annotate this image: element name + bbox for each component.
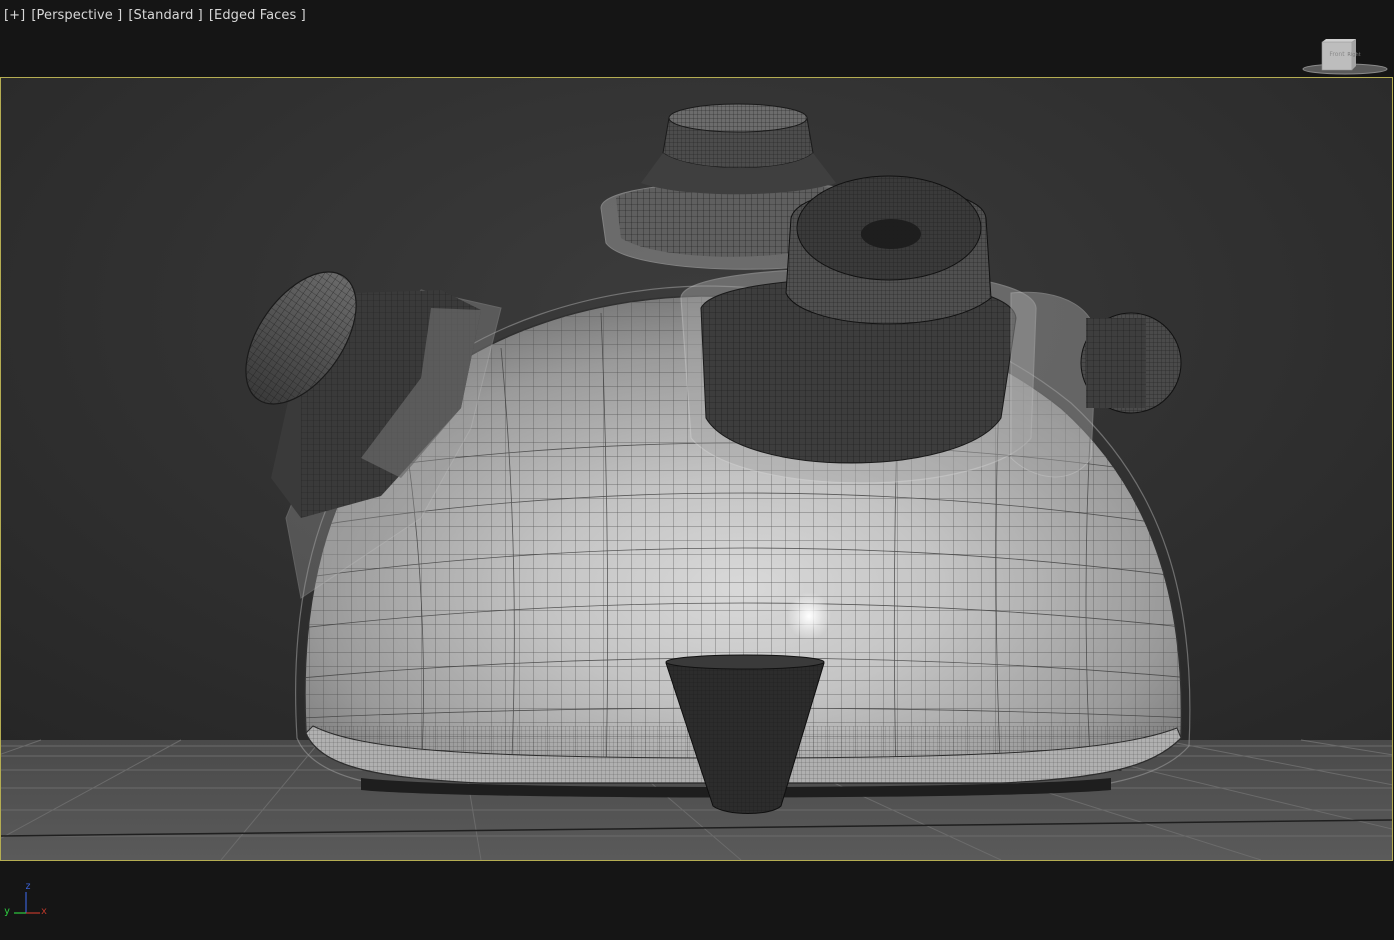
viewcube-right-label: Right <box>1347 52 1360 58</box>
viewport-edged-faces-menu[interactable]: [Edged Faces ] <box>209 8 306 23</box>
viewcube-front-label: Front <box>1329 51 1345 58</box>
viewport-general-menu[interactable]: [+] <box>4 8 25 23</box>
scene-canvas[interactable] <box>1 78 1392 860</box>
viewcube-graphic: Front Right <box>1302 39 1388 75</box>
viewport-shading-menu[interactable]: [Standard ] <box>128 8 203 23</box>
axis-y-label: y <box>4 906 11 917</box>
viewcube-icon[interactable]: Front Right <box>1300 34 1390 76</box>
axis-z-label: z <box>25 881 32 892</box>
viewport-label-menu: [+] [Perspective ] [Standard ] [Edged Fa… <box>4 6 306 24</box>
perspective-viewport[interactable]: [+] [Perspective ] [Standard ] [Edged Fa… <box>0 0 1394 940</box>
axis-x-label: x <box>41 906 48 917</box>
viewport-point-of-view-menu[interactable]: [Perspective ] <box>31 8 122 23</box>
viewport-safe-frame[interactable] <box>0 77 1393 861</box>
specular-highlight <box>787 592 831 640</box>
axis-tripod-icon: z x y <box>2 878 54 924</box>
